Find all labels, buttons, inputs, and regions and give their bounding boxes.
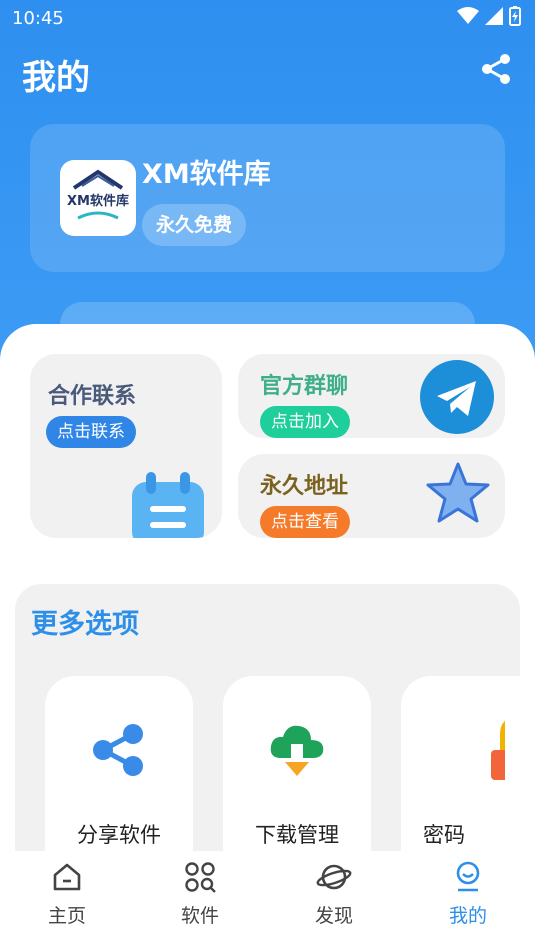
group-join-button[interactable]: 点击加入 [260,406,350,438]
tab-discover[interactable]: 发现 [284,861,384,928]
tab-label: 我的 [448,905,487,927]
signal-icon [485,7,503,25]
option-password[interactable]: 密码 [401,676,520,874]
cloud-download-icon [270,725,324,776]
tab-label: 发现 [314,905,353,927]
planet-icon [316,864,352,890]
permanent-address-tile[interactable]: 永久地址 点击查看 [238,454,505,538]
star-icon [426,462,490,523]
home-icon [53,863,81,891]
tab-mine[interactable]: 我的 [418,861,518,928]
option-share-software[interactable]: 分享软件 [45,676,193,874]
status-bar: 10:45 [0,0,535,36]
contact-title: 合作联系 [48,384,137,409]
tab-label: 主页 [47,905,86,927]
address-title: 永久地址 [260,474,349,499]
more-options-title: 更多选项 [31,609,139,640]
lock-icon [491,720,505,780]
contact-button[interactable]: 点击联系 [46,416,136,448]
more-options-panel: 更多选项 分享软件 下载管理 密码 [15,584,520,874]
logo-text: XM软件库 [67,194,129,209]
share-icon [93,724,143,776]
wifi-icon [457,7,479,24]
app-logo: XM软件库 [60,160,136,236]
profile-card[interactable]: XM软件库 XM软件库 永久免费 [30,124,505,272]
telegram-icon [420,360,494,434]
share-icon[interactable] [479,52,513,86]
page-title: 我的 [22,58,90,98]
option-label: 下载管理 [255,823,339,847]
profile-icon [456,861,480,892]
tab-software[interactable]: 软件 [150,861,250,928]
app-name: XM软件库 [142,159,271,190]
group-chat-tile[interactable]: 官方群聊 点击加入 [238,354,505,438]
option-label: 分享软件 [77,823,161,847]
tab-label: 软件 [180,905,219,927]
option-label: 密码 [423,823,465,847]
address-view-button[interactable]: 点击查看 [260,506,350,538]
status-time: 10:45 [12,8,64,29]
bottom-tab-bar: 主页 软件 发现 我的 [0,851,535,951]
contact-tile[interactable]: 合作联系 点击联系 [30,354,222,538]
option-download-manager[interactable]: 下载管理 [223,676,371,874]
apps-search-icon [185,862,216,893]
free-badge: 永久免费 [142,204,247,246]
group-title: 官方群聊 [260,374,349,399]
tab-home[interactable]: 主页 [17,861,117,928]
notepad-icon [132,472,204,538]
status-icons [457,6,521,26]
battery-icon [509,6,521,26]
